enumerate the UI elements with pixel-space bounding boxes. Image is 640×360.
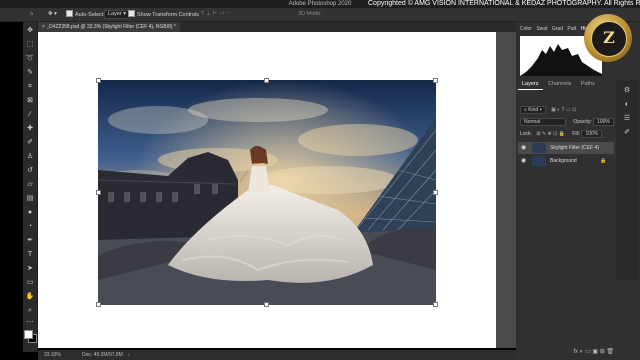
canvas-area[interactable] xyxy=(38,32,516,348)
layer-thumbnail xyxy=(532,156,546,166)
options-bar: ⌂ ✥ ▾ Auto-Select: Layer ▾ Show Transfor… xyxy=(0,8,640,22)
blend-opacity-row: Normal Opacity: 100% xyxy=(520,118,614,126)
left-margin xyxy=(0,22,23,352)
brush-tool-icon[interactable]: ✐ xyxy=(25,138,35,148)
quick-select-tool-icon[interactable]: ✎ xyxy=(25,68,35,78)
tab-paths[interactable]: Paths xyxy=(577,80,599,89)
tab-channels[interactable]: Channels xyxy=(544,80,575,89)
filter-kind-dropdown[interactable]: ⌕ Kind ▾ xyxy=(520,106,546,114)
copyright-watermark: Copyrighted © AMG VISION INTERNATIONAL &… xyxy=(368,0,640,7)
layer-thumbnail xyxy=(532,143,546,153)
app-title: Adobe Photoshop 2020 xyxy=(288,1,352,7)
lock-fill-row: Lock: ⊠ ✎ ✥ ⊡ 🔒 Fill: 100% xyxy=(520,130,614,138)
adjustments-icon[interactable]: ◐ xyxy=(622,100,632,110)
clone-stamp-tool-icon[interactable]: ♙ xyxy=(25,152,35,162)
frame-tool-icon[interactable]: ⊠ xyxy=(25,96,35,106)
opacity-label: Opacity: xyxy=(573,119,592,125)
healing-tool-icon[interactable]: ✚ xyxy=(25,124,35,134)
layer-row[interactable]: ◉ Background 🔒 xyxy=(518,155,614,167)
history-brush-tool-icon[interactable]: ↺ xyxy=(25,166,35,176)
pen-tool-icon[interactable]: ✒ xyxy=(25,236,35,246)
status-bar: 33.33% Doc: 49.2M/97.8M › xyxy=(38,350,516,360)
align-icons[interactable]: ⊤ ⊥ ⊢ ⊣ ⋯ xyxy=(200,10,231,19)
layer-name: Background xyxy=(550,158,577,164)
bridal-photo[interactable] xyxy=(98,80,436,305)
tab-layers[interactable]: Layers xyxy=(518,80,543,90)
transform-handle[interactable] xyxy=(433,302,438,307)
layer-row[interactable]: ◉ Skylight Filter (CEF 4) xyxy=(518,142,614,154)
close-icon[interactable]: × xyxy=(42,24,45,30)
search-icon: ⌕ xyxy=(524,107,527,113)
foreground-color-swatch[interactable] xyxy=(24,330,33,339)
checkbox-icon xyxy=(128,10,135,17)
eye-icon[interactable]: ◉ xyxy=(521,155,526,167)
move-tool-icon[interactable]: ✥ xyxy=(25,26,35,36)
lasso-tool-icon[interactable]: ➰ xyxy=(25,54,35,64)
marquee-tool-icon[interactable]: ⬚ xyxy=(25,40,35,50)
transform-handle[interactable] xyxy=(96,190,101,195)
layer-name: Skylight Filter (CEF 4) xyxy=(550,145,599,151)
lock-icon: 🔒 xyxy=(600,158,607,164)
transform-handle[interactable] xyxy=(264,302,269,307)
layer-filter-row: ⌕ Kind ▾ ▣ ◐ T ▭ ⊡ xyxy=(520,106,614,114)
zoom-tool-icon[interactable]: ⌕ xyxy=(25,306,35,316)
fill-label: Fill: xyxy=(572,131,581,137)
path-select-tool-icon[interactable]: ➤ xyxy=(25,264,35,274)
tab-color[interactable]: Color xyxy=(520,26,532,32)
libraries-icon[interactable]: ☰ xyxy=(622,114,632,124)
document-canvas[interactable] xyxy=(38,32,496,348)
eyedropper-tool-icon[interactable]: ⁄ xyxy=(25,110,35,120)
tab-swatches[interactable]: Swat xyxy=(536,26,547,32)
type-tool-icon[interactable]: T xyxy=(25,250,35,260)
tab-gradients[interactable]: Grad xyxy=(552,26,563,32)
checkbox-icon xyxy=(66,10,73,17)
layer-actions-bar[interactable]: fx ◐ ▭ ▣ ⊞ 🗑 xyxy=(518,348,614,357)
lock-label: Lock: xyxy=(520,131,532,137)
blend-mode-dropdown[interactable]: Normal xyxy=(520,118,566,126)
document-size: Doc: 49.2M/97.8M xyxy=(82,352,123,358)
logo-letter: Z xyxy=(603,28,615,47)
zoom-level[interactable]: 33.33% xyxy=(44,350,61,360)
mode-3d-label: 3D Mode: xyxy=(298,11,322,17)
blur-tool-icon[interactable]: ● xyxy=(25,208,35,218)
filter-icons[interactable]: ▣ ◐ T ▭ ⊡ xyxy=(551,107,576,113)
gradient-tool-icon[interactable]: ▤ xyxy=(25,194,35,204)
photo-image xyxy=(98,80,436,305)
right-panel-dock: Color Swat Grad Patt Histo Layers Channe… xyxy=(516,22,640,360)
transform-handle[interactable] xyxy=(433,78,438,83)
logo-inner: Z xyxy=(591,21,627,57)
crop-tool-icon[interactable]: ⌗ xyxy=(25,82,35,92)
transform-handle[interactable] xyxy=(96,78,101,83)
lock-icons[interactable]: ⊠ ✎ ✥ ⊡ 🔒 xyxy=(536,131,565,137)
watermark-logo: Z xyxy=(584,14,632,62)
panel-icon-strip: ⚙ ◐ ☰ ✐ xyxy=(616,80,638,280)
fill-field[interactable]: 100% xyxy=(581,130,603,138)
opacity-field[interactable]: 100% xyxy=(593,118,614,126)
status-arrow-icon[interactable]: › xyxy=(128,350,130,360)
document-tab[interactable]: × _D4Z2358.psd @ 33.3% (Skylight Filter … xyxy=(38,22,180,32)
transform-handle[interactable] xyxy=(433,190,438,195)
home-icon[interactable]: ⌂ xyxy=(30,10,33,19)
brushes-icon[interactable]: ✐ xyxy=(622,128,632,138)
eye-icon[interactable]: ◉ xyxy=(521,142,526,154)
shape-tool-icon[interactable]: ▭ xyxy=(25,278,35,288)
auto-select-dropdown[interactable]: Layer ▾ xyxy=(104,10,131,19)
dodge-tool-icon[interactable]: ◔ xyxy=(25,222,35,232)
more-tools-icon[interactable]: ⋯ xyxy=(25,318,35,328)
document-tab-bar: × _D4Z2358.psd @ 33.3% (Skylight Filter … xyxy=(38,22,516,32)
properties-icon[interactable]: ⚙ xyxy=(622,86,632,96)
transform-handle[interactable] xyxy=(264,78,269,83)
tools-panel: ✥ ⬚ ➰ ✎ ⌗ ⊠ ⁄ ✚ ✐ ♙ ↺ ▱ ▤ ● ◔ ✒ T ➤ ▭ ✋ … xyxy=(23,22,38,352)
hand-tool-icon[interactable]: ✋ xyxy=(25,292,35,302)
eraser-tool-icon[interactable]: ▱ xyxy=(25,180,35,190)
move-tool-icon[interactable]: ✥ ▾ xyxy=(48,10,57,19)
show-transform-checkbox[interactable]: Show Transform Controls xyxy=(128,10,199,19)
auto-select-checkbox[interactable]: Auto-Select: xyxy=(66,10,105,19)
transform-handle[interactable] xyxy=(96,302,101,307)
tab-patterns[interactable]: Patt xyxy=(567,26,576,32)
layers-panel-tabs: Layers Channels Paths xyxy=(518,80,614,90)
